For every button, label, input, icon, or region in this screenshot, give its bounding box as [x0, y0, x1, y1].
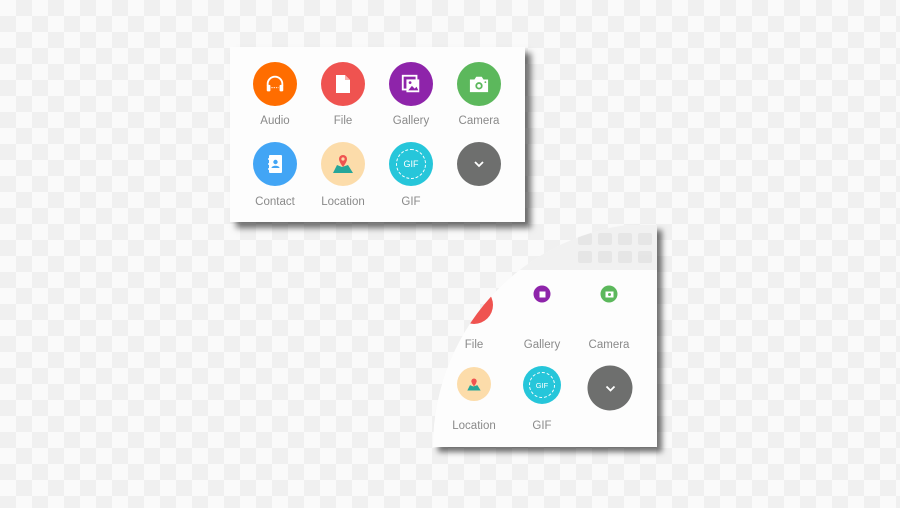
gallery-icon — [401, 74, 420, 93]
audio-label: Audio — [260, 115, 290, 127]
file-button[interactable] — [455, 286, 493, 324]
gif-label: GIF — [401, 196, 421, 208]
camera-icon — [605, 291, 613, 298]
location-label: Location — [321, 196, 365, 208]
chevron-down-icon — [474, 161, 484, 168]
file-button[interactable] — [321, 62, 365, 106]
gif-icon: GIF — [396, 149, 426, 179]
location-button[interactable] — [321, 142, 365, 186]
gif-icon: GIF — [529, 372, 555, 398]
map-pin-icon — [467, 378, 481, 390]
camera-icon — [469, 76, 489, 93]
map-pin-icon — [333, 155, 353, 173]
gif-button[interactable]: GIF — [389, 142, 433, 186]
gallery-button[interactable] — [389, 62, 433, 106]
gif-button[interactable]: GIF — [523, 366, 561, 404]
more-button[interactable] — [457, 142, 501, 186]
location-button[interactable] — [457, 367, 491, 401]
gallery-icon — [539, 291, 545, 297]
contact-button[interactable] — [253, 142, 297, 186]
audio-button[interactable] — [253, 62, 297, 106]
gallery-label: Gallery — [392, 115, 430, 127]
location-label: Location — [452, 420, 496, 432]
camera-label: Camera — [588, 339, 630, 351]
headphones-icon — [266, 75, 284, 92]
camera-button[interactable] — [600, 285, 618, 303]
file-icon — [336, 75, 350, 93]
reveal-animation-panel: File Gallery Camera Location GIF GIF — [433, 225, 657, 447]
gallery-label: Gallery — [523, 339, 561, 351]
chevron-down-icon — [605, 385, 615, 392]
camera-button[interactable] — [457, 62, 501, 106]
file-label: File — [464, 339, 484, 351]
attachment-menu: Audio File Gallery Camera Contact Locati… — [230, 47, 525, 222]
gallery-button[interactable] — [533, 285, 551, 303]
file-label: File — [333, 115, 353, 127]
contact-icon — [268, 155, 282, 173]
gif-label: GIF — [532, 420, 552, 432]
file-icon — [468, 299, 480, 311]
contact-label: Contact — [255, 196, 295, 208]
camera-label: Camera — [458, 115, 500, 127]
more-button[interactable] — [587, 365, 633, 411]
keyboard-ghost — [433, 225, 657, 270]
